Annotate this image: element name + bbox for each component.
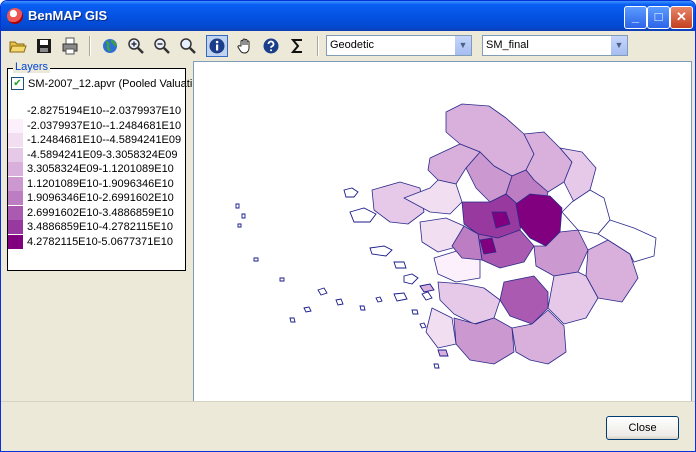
minimize-button[interactable]: _	[624, 6, 647, 29]
map-canvas[interactable]	[194, 62, 691, 401]
window-title: BenMAP GIS	[28, 8, 108, 23]
map-island	[403, 273, 419, 285]
legend-row: -2.0379937E10--1.2484681E10	[8, 118, 182, 133]
identify-info-icon[interactable]	[206, 35, 228, 57]
map-island	[317, 287, 328, 296]
legend-swatch	[8, 104, 23, 118]
map-view[interactable]	[193, 61, 692, 402]
title-bar[interactable]: BenMAP GIS _ □ ✕	[1, 1, 695, 31]
print-icon[interactable]	[59, 35, 81, 57]
map-island	[349, 207, 377, 223]
layers-panel: ✔ SM-2007_12.apvr (Pooled Valuati -2.827…	[5, 61, 192, 399]
legend-row: -2.8275194E10--2.0379937E10	[8, 104, 181, 118]
legend-row: 3.4886859E10-4.2782115E10	[8, 220, 173, 234]
legend-label: 3.4886859E10-4.2782115E10	[27, 221, 173, 233]
layers-group-label: Layers	[13, 61, 51, 73]
toolbar-separator	[89, 36, 91, 56]
projection-select-value: Geodetic	[330, 39, 375, 51]
projection-select[interactable]: Geodetic ▼	[326, 35, 472, 56]
map-island	[419, 283, 435, 293]
maximize-button[interactable]: □	[647, 6, 670, 29]
map-island	[369, 245, 393, 257]
legend-label: 3.3058324E09-1.1201089E10	[27, 163, 174, 175]
map-region	[453, 317, 515, 365]
map-island	[253, 257, 259, 262]
legend-swatch	[8, 176, 23, 191]
legend-label: -2.0379937E10--1.2484681E10	[27, 119, 182, 132]
zoom-out-icon[interactable]	[151, 35, 173, 57]
legend-row: 4.2782115E10-5.0677371E10	[8, 234, 173, 249]
layer-select-value: SM_final	[486, 39, 529, 51]
map-island	[375, 296, 383, 303]
chevron-down-icon[interactable]: ▼	[454, 36, 471, 55]
legend-swatch	[8, 162, 23, 176]
pan-hand-icon[interactable]	[234, 35, 256, 57]
legend-swatch	[8, 220, 23, 234]
legend-label: 1.1201089E10-1.9096346E10	[27, 177, 174, 190]
layer-select[interactable]: SM_final ▼	[482, 35, 628, 56]
layer-name: SM-2007_12.apvr (Pooled Valuati	[28, 77, 193, 90]
layer-visibility-checkbox[interactable]: ✔	[11, 77, 24, 90]
map-island	[279, 277, 285, 282]
globe-icon[interactable]	[99, 35, 121, 57]
benmap-gis-window: BenMAP GIS _ □ ✕ Geodetic ▼ SM_final ▼ ✔…	[0, 0, 696, 452]
map-island	[411, 309, 419, 315]
legend-swatch	[8, 191, 23, 205]
map-island	[303, 306, 312, 313]
legend-row: -4.5894241E09-3.3058324E09	[8, 147, 178, 162]
map-island	[235, 203, 240, 209]
open-folder-icon[interactable]	[7, 35, 29, 57]
legend-swatch	[8, 205, 23, 220]
bottom-bar	[1, 401, 695, 451]
legend-label: 4.2782115E10-5.0677371E10	[27, 235, 173, 248]
zoom-in-icon[interactable]	[125, 35, 147, 57]
app-icon	[7, 8, 23, 24]
map-island	[393, 261, 407, 269]
close-window-button[interactable]: ✕	[670, 6, 693, 29]
legend-swatch	[8, 147, 23, 162]
map-island	[289, 317, 296, 323]
map-island	[393, 292, 408, 302]
map-island	[343, 187, 359, 198]
layers-legend-box: ✔ SM-2007_12.apvr (Pooled Valuati -2.827…	[7, 68, 192, 271]
sigma-icon[interactable]	[287, 35, 309, 57]
toolbar-separator	[317, 36, 319, 56]
legend-label: 1.9096346E10-2.6991602E10	[27, 192, 174, 204]
query-icon[interactable]	[260, 35, 282, 57]
chevron-down-icon[interactable]: ▼	[610, 36, 627, 55]
legend-swatch	[8, 118, 23, 133]
legend-label: -2.8275194E10--2.0379937E10	[27, 105, 182, 117]
layer-entry[interactable]: ✔ SM-2007_12.apvr (Pooled Valuati	[11, 77, 192, 90]
map-island	[335, 298, 344, 306]
map-region	[425, 307, 457, 349]
map-island	[237, 223, 242, 228]
legend-label: -1.2484681E10--4.5894241E09	[27, 134, 182, 146]
legend-row: 1.1201089E10-1.9096346E10	[8, 176, 174, 191]
legend-row: 1.9096346E10-2.6991602E10	[8, 191, 174, 205]
legend-row: 2.6991602E10-3.4886859E10	[8, 205, 174, 220]
close-button[interactable]: Close	[606, 416, 679, 440]
map-island	[241, 213, 246, 219]
legend-row: -1.2484681E10--4.5894241E09	[8, 133, 181, 147]
legend-row: 3.3058324E09-1.1201089E10	[8, 162, 174, 176]
legend-label: 2.6991602E10-3.4886859E10	[27, 206, 174, 219]
map-region	[561, 189, 611, 235]
legend-swatch	[8, 133, 23, 147]
map-island	[419, 322, 427, 329]
map-island	[359, 305, 366, 311]
save-disk-icon[interactable]	[33, 35, 55, 57]
map-island	[421, 291, 433, 301]
zoom-extent-icon[interactable]	[177, 35, 199, 57]
map-island	[437, 349, 449, 357]
legend-label: -4.5894241E09-3.3058324E09	[27, 148, 178, 161]
toolbar: Geodetic ▼ SM_final ▼	[1, 31, 695, 61]
map-island	[433, 363, 440, 369]
legend-swatch	[8, 234, 23, 249]
